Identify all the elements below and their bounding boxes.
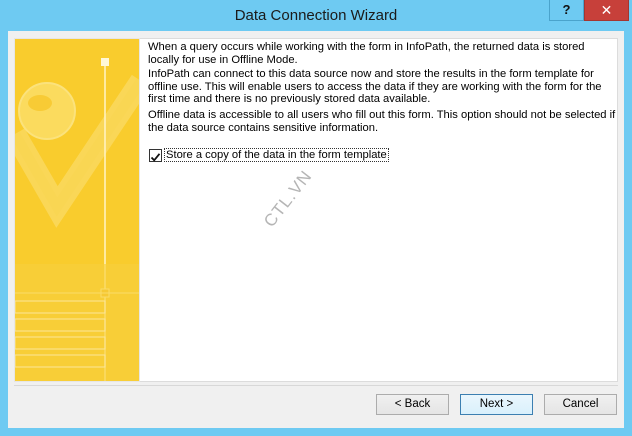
watermark-text: CTL.VN <box>260 166 316 231</box>
back-button[interactable]: < Back <box>376 394 449 415</box>
wizard-content-panel: When a query occurs while working with t… <box>140 38 618 382</box>
window-title: Data Connection Wizard <box>234 7 398 24</box>
info-paragraph-store-results: InfoPath can connect to this data source… <box>148 68 602 106</box>
store-copy-label[interactable]: Store a copy of the data in the form tem… <box>164 148 389 162</box>
wizard-window: Data Connection Wizard ? ✕ When a query … <box>0 0 632 436</box>
title-bar[interactable]: Data Connection Wizard ? ✕ <box>0 0 632 30</box>
next-button[interactable]: Next > <box>460 394 533 415</box>
help-button[interactable]: ? <box>549 0 584 21</box>
dialog-client-area: When a query occurs while working with t… <box>8 31 624 428</box>
button-area-divider <box>14 385 618 386</box>
cancel-button[interactable]: Cancel <box>544 394 617 415</box>
checkmark-icon <box>150 152 161 162</box>
close-button[interactable]: ✕ <box>584 0 629 21</box>
store-copy-checkbox[interactable] <box>149 148 162 162</box>
store-copy-option[interactable]: Store a copy of the data in the form tem… <box>149 148 389 162</box>
info-paragraph-offline-mode: When a query occurs while working with t… <box>148 41 585 66</box>
wizard-banner-image <box>14 38 140 382</box>
info-paragraph-sensitive-data: Offline data is accessible to all users … <box>148 109 616 134</box>
banner-graphic <box>15 39 139 381</box>
